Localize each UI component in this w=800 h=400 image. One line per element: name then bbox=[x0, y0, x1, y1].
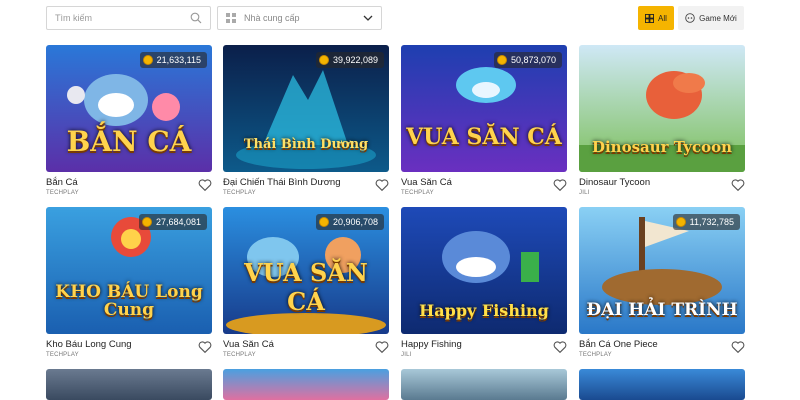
grid-icon bbox=[226, 13, 236, 23]
coin-icon bbox=[496, 55, 507, 65]
game-provider: JILI bbox=[401, 352, 412, 358]
game-thumbnail[interactable]: Thái Bình Dương 39,922,089 bbox=[223, 45, 389, 172]
game-card[interactable]: KHO BÁU Long Cung 27,684,081 Kho Báu Lon… bbox=[46, 207, 212, 358]
game-thumbnail[interactable] bbox=[223, 369, 389, 400]
game-card[interactable] bbox=[46, 369, 212, 400]
jackpot-amount: 21,633,115 bbox=[156, 55, 201, 65]
favorite-heart-icon[interactable] bbox=[375, 178, 389, 192]
game-name[interactable]: Kho Báu Long Cung bbox=[46, 339, 212, 350]
game-card[interactable] bbox=[401, 369, 567, 400]
coin-icon bbox=[142, 55, 153, 65]
game-card[interactable]: Thái Bình Dương 39,922,089 Đại Chiến Thá… bbox=[223, 45, 389, 196]
game-art-title: KHO BÁU Long Cung bbox=[55, 281, 203, 321]
coin-icon bbox=[141, 217, 152, 227]
filter-toolbar: Nhà cung cấp All Game Mới bbox=[46, 6, 754, 30]
game-name[interactable]: Bắn Cá One Piece bbox=[579, 339, 745, 350]
game-card[interactable] bbox=[579, 369, 745, 400]
game-name[interactable]: Đại Chiến Thái Bình Dương bbox=[223, 177, 389, 188]
game-thumbnail[interactable]: KHO BÁU Long Cung 27,684,081 bbox=[46, 207, 212, 334]
favorite-heart-icon[interactable] bbox=[375, 340, 389, 354]
jackpot-badge: 21,633,115 bbox=[139, 52, 207, 68]
jackpot-amount: 11,732,785 bbox=[689, 217, 734, 227]
filter-new-games-button[interactable]: Game Mới bbox=[678, 6, 744, 30]
game-card[interactable]: ĐẠI HẢI TRÌNH 11,732,785 Bắn Cá One Piec… bbox=[579, 207, 745, 358]
game-provider: TECHPLAY bbox=[579, 352, 612, 358]
grid-icon bbox=[645, 13, 655, 23]
jackpot-amount: 27,684,081 bbox=[155, 217, 201, 227]
game-art-title: VUA SĂN CÁ bbox=[406, 124, 562, 150]
game-art-title: VUA SĂN CÁ bbox=[244, 258, 368, 316]
provider-select-label: Nhà cung cấp bbox=[244, 13, 300, 23]
jackpot-badge: 50,873,070 bbox=[493, 52, 562, 68]
game-art-title: BẮN CÁ bbox=[66, 125, 192, 158]
favorite-heart-icon[interactable] bbox=[198, 340, 212, 354]
game-art-title: Thái Bình Dương bbox=[243, 137, 369, 152]
game-provider: TECHPLAY bbox=[223, 190, 256, 196]
coin-icon bbox=[675, 217, 686, 227]
game-thumbnail[interactable]: VUA SĂN CÁ 20,906,708 bbox=[223, 207, 389, 334]
jackpot-badge: 39,922,089 bbox=[315, 52, 384, 68]
favorite-heart-icon[interactable] bbox=[731, 340, 745, 354]
jackpot-amount: 39,922,089 bbox=[332, 55, 378, 65]
game-provider: JILI bbox=[579, 190, 590, 196]
coin-icon bbox=[318, 217, 329, 227]
game-provider: TECHPLAY bbox=[46, 190, 79, 196]
filter-all-button[interactable]: All bbox=[638, 6, 674, 30]
game-card[interactable]: Happy Fishing Happy Fishing JILI bbox=[401, 207, 567, 358]
jackpot-badge: 11,732,785 bbox=[672, 214, 740, 230]
game-art-title: Dinosaur Tycoon bbox=[591, 138, 733, 156]
favorite-heart-icon[interactable] bbox=[731, 178, 745, 192]
game-name[interactable]: Vua Săn Cá bbox=[401, 177, 567, 188]
jackpot-badge: 20,906,708 bbox=[315, 214, 384, 230]
jackpot-amount: 20,906,708 bbox=[332, 217, 378, 227]
game-name[interactable]: Vua Săn Cá bbox=[223, 339, 389, 350]
game-thumbnail[interactable] bbox=[46, 369, 212, 400]
filter-all-label: All bbox=[658, 13, 667, 23]
game-card[interactable]: BẮN CÁ 21,633,115 Bắn Cá TECHPLAY bbox=[46, 45, 212, 196]
chevron-down-icon bbox=[363, 15, 373, 21]
search-box[interactable] bbox=[46, 6, 211, 30]
game-thumbnail[interactable]: Happy Fishing bbox=[401, 207, 567, 334]
coin-icon bbox=[318, 55, 329, 65]
favorite-heart-icon[interactable] bbox=[553, 340, 567, 354]
game-card[interactable]: VUA SĂN CÁ 50,873,070 Vua Săn Cá TECHPLA… bbox=[401, 45, 567, 196]
game-provider: TECHPLAY bbox=[223, 352, 256, 358]
game-art-title: Happy Fishing bbox=[419, 301, 549, 320]
game-name[interactable]: Dinosaur Tycoon bbox=[579, 177, 745, 188]
game-art-title: ĐẠI HẢI TRÌNH bbox=[586, 300, 738, 320]
game-thumbnail[interactable]: VUA SĂN CÁ 50,873,070 bbox=[401, 45, 567, 172]
game-name[interactable]: Happy Fishing bbox=[401, 339, 567, 350]
search-input[interactable] bbox=[55, 13, 190, 23]
favorite-heart-icon[interactable] bbox=[198, 178, 212, 192]
game-card[interactable] bbox=[223, 369, 389, 400]
jackpot-badge: 27,684,081 bbox=[138, 214, 207, 230]
game-card[interactable]: VUA SĂN CÁ 20,906,708 Vua Săn Cá TECHPLA… bbox=[223, 207, 389, 358]
provider-select[interactable]: Nhà cung cấp bbox=[217, 6, 382, 30]
search-icon[interactable] bbox=[190, 12, 202, 24]
game-provider: TECHPLAY bbox=[46, 352, 79, 358]
new-games-icon bbox=[685, 13, 695, 23]
favorite-heart-icon[interactable] bbox=[553, 178, 567, 192]
game-thumbnail[interactable] bbox=[579, 369, 745, 400]
filter-new-games-label: Game Mới bbox=[699, 13, 737, 23]
game-name[interactable]: Bắn Cá bbox=[46, 177, 212, 188]
jackpot-amount: 50,873,070 bbox=[510, 55, 556, 65]
game-thumbnail[interactable] bbox=[401, 369, 567, 400]
game-thumbnail[interactable]: Dinosaur Tycoon bbox=[579, 45, 745, 172]
game-card[interactable]: Dinosaur Tycoon Dinosaur Tycoon JILI bbox=[579, 45, 745, 196]
game-thumbnail[interactable]: BẮN CÁ 21,633,115 bbox=[46, 45, 212, 172]
game-thumbnail[interactable]: ĐẠI HẢI TRÌNH 11,732,785 bbox=[579, 207, 745, 334]
game-provider: TECHPLAY bbox=[401, 190, 434, 196]
